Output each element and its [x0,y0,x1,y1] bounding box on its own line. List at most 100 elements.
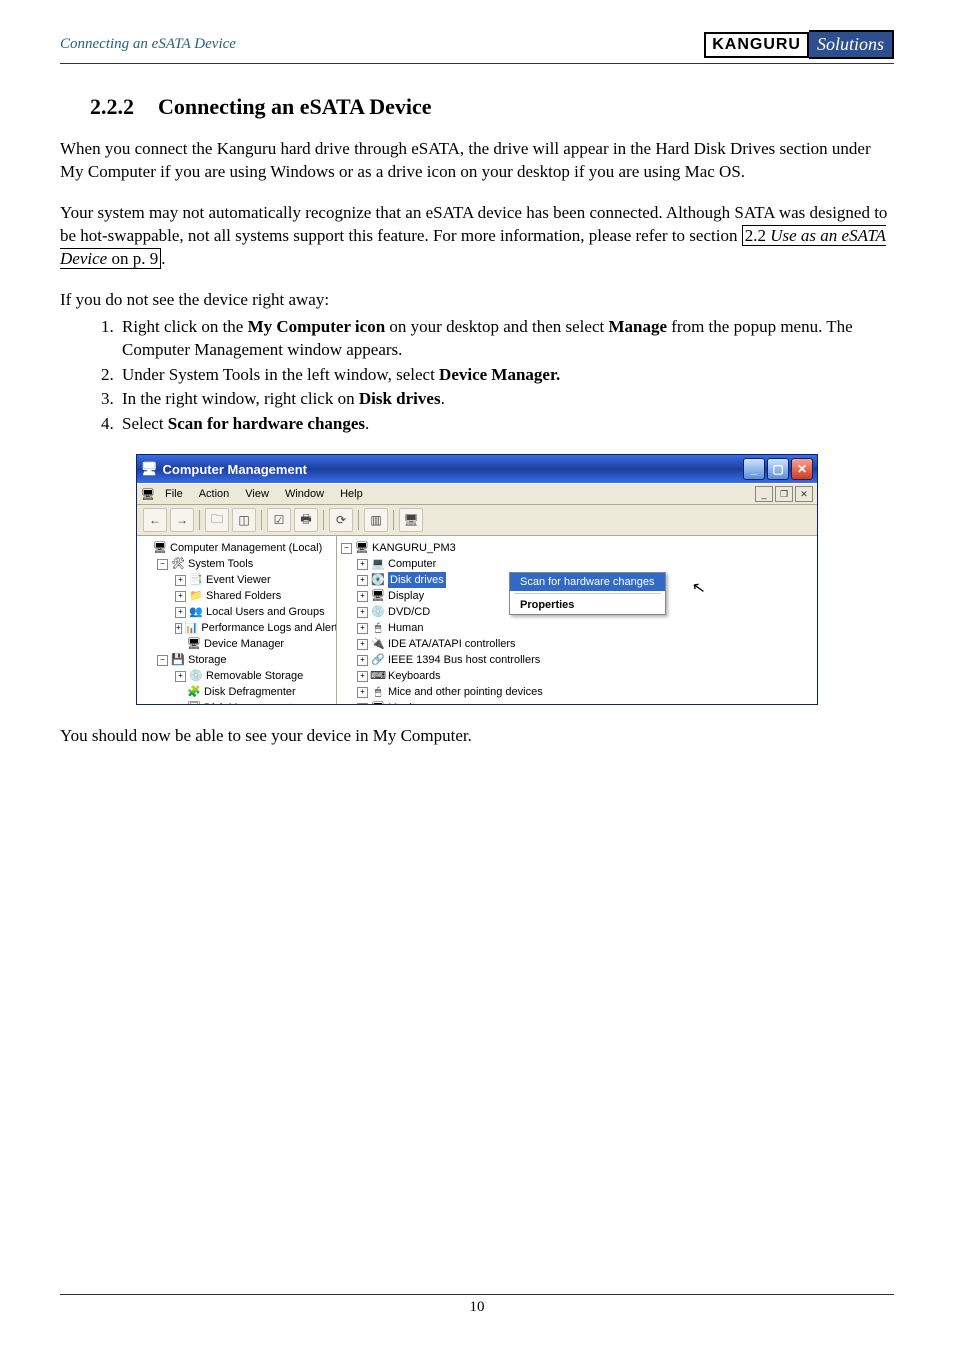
context-properties[interactable]: Properties [510,596,665,614]
menu-file[interactable]: File [159,486,189,502]
right-tree-item[interactable]: +🖥Monitors [339,700,815,704]
expander-icon [175,688,184,697]
minimize-button[interactable]: _ [743,458,765,480]
mdi-minimize-button[interactable]: _ [755,486,773,502]
tree-item-label: Shared Folders [206,588,281,604]
toolbar-separator [393,510,394,530]
expander-icon[interactable]: + [357,703,368,705]
left-tree-item[interactable]: 🧩Disk Defragmenter [139,684,334,700]
expander-icon[interactable]: + [357,671,368,682]
computer-management-window: 🖥 Computer Management _ ▢ ✕ 🖥 File Actio… [136,454,818,705]
view-mode-button[interactable]: ▥ [364,508,388,532]
brand-logo: KANGURU Solutions [704,30,894,59]
left-tree-item[interactable]: +👥Local Users and Groups [139,604,334,620]
expander-icon[interactable]: + [357,607,368,618]
tree-item-label: Device Manager [204,636,284,652]
xref-prefix: 2.2 [745,226,771,245]
right-tree-item[interactable]: −🖥KANGURU_PM3 [339,540,815,556]
tree-item-label: IEEE 1394 Bus host controllers [388,652,540,668]
expander-icon[interactable]: + [357,591,368,602]
expander-icon[interactable]: + [357,687,368,698]
tree-item-label: Monitors [388,700,430,704]
expander-icon[interactable]: − [341,543,352,554]
left-tree-item[interactable]: +📑Event Viewer [139,572,334,588]
xref-suffix: on p. 9 [107,249,158,268]
expander-icon[interactable]: + [357,655,368,666]
expander-icon[interactable]: + [175,575,186,586]
tree-item-label: Disk drives [388,572,446,588]
menu-help[interactable]: Help [334,486,369,502]
forward-button[interactable]: → [170,508,194,532]
right-tree-item[interactable]: +🖱Human [339,620,815,636]
logo-text-right: Solutions [809,30,894,59]
maximize-button[interactable]: ▢ [767,458,789,480]
paragraph-1: When you connect the Kanguru hard drive … [60,138,894,184]
tree-item-icon: 💾 [171,653,185,667]
left-tree-pane[interactable]: 🖥Computer Management (Local)−🛠System Too… [137,536,337,704]
menu-action[interactable]: Action [193,486,236,502]
expander-icon[interactable]: + [175,623,182,634]
right-tree-item[interactable]: +🖱Mice and other pointing devices [339,684,815,700]
tree-item-label: Storage [188,652,227,668]
expander-icon[interactable]: + [175,671,186,682]
tree-item-icon: 🖱 [371,685,385,699]
show-hide-tree-button[interactable]: ◫ [232,508,256,532]
tree-item-icon: 💽 [371,573,385,587]
back-button[interactable]: ← [143,508,167,532]
tree-item-label: Disk Defragmenter [204,684,296,700]
expander-icon[interactable]: + [357,559,368,570]
step-3: In the right window, right click on Disk… [118,388,894,411]
context-menu: Scan for hardware changes Properties [509,572,666,615]
right-tree-item[interactable]: +💻Computer [339,556,815,572]
expander-icon[interactable]: + [357,639,368,650]
section-number: 2.2.2 [90,94,134,119]
tree-item-label: Removable Storage [206,668,303,684]
expander-icon[interactable]: − [157,655,168,666]
page-header: Connecting an eSATA Device KANGURU Solut… [60,30,894,64]
left-tree-item[interactable]: +📁Shared Folders [139,588,334,604]
mdi-restore-button[interactable]: ❐ [775,486,793,502]
refresh-button[interactable]: ⟳ [329,508,353,532]
properties-button[interactable]: ☑ [267,508,291,532]
left-tree-item[interactable]: −💾Storage [139,652,334,668]
expander-icon[interactable]: + [357,623,368,634]
expander-icon[interactable]: + [175,591,186,602]
left-tree-item[interactable]: 🗄Disk Management [139,700,334,704]
right-tree-pane[interactable]: −🖥KANGURU_PM3+💻Computer+💽Disk drives+🖥Di… [337,536,817,704]
tree-item-label: Human [388,620,423,636]
right-tree-item[interactable]: +🔗IEEE 1394 Bus host controllers [339,652,815,668]
expander-icon[interactable]: + [175,607,186,618]
scan-hardware-button[interactable]: 🖥 [399,508,423,532]
window-toolbar: ← → 🗀 ◫ ☑ 🖶 ⟳ ▥ 🖥 [137,505,817,536]
menu-window[interactable]: Window [279,486,330,502]
left-tree-item[interactable]: −🛠System Tools [139,556,334,572]
toolbar-separator [358,510,359,530]
expander-icon[interactable]: − [157,559,168,570]
expander-icon[interactable]: + [357,575,368,586]
left-tree-item[interactable]: +💿Removable Storage [139,668,334,684]
close-button[interactable]: ✕ [791,458,813,480]
tree-item-icon: 🛠 [171,557,185,571]
step-2: Under System Tools in the left window, s… [118,364,894,387]
right-tree-item[interactable]: +🔌IDE ATA/ATAPI controllers [339,636,815,652]
breadcrumb: Connecting an eSATA Device [60,36,236,53]
left-tree-item[interactable]: 🖥Device Manager [139,636,334,652]
menu-view[interactable]: View [239,486,275,502]
tree-item-icon: 🖥 [371,589,385,603]
tree-item-label: Local Users and Groups [206,604,325,620]
section-heading: 2.2.2Connecting an eSATA Device [90,94,894,120]
context-scan-hardware[interactable]: Scan for hardware changes [510,573,665,591]
print-button[interactable]: 🖶 [294,508,318,532]
up-button[interactable]: 🗀 [205,508,229,532]
tree-item-label: Computer Management (Local) [170,540,322,556]
paragraph-2: Your system may not automatically recogn… [60,202,894,271]
expander-icon [141,544,150,553]
right-tree-item[interactable]: +⌨Keyboards [339,668,815,684]
left-tree-item[interactable]: +📊Performance Logs and Alerts [139,620,334,636]
window-menubar: 🖥 File Action View Window Help _ ❐ ✕ [137,483,817,505]
mdi-close-button[interactable]: ✕ [795,486,813,502]
left-tree-item[interactable]: 🖥Computer Management (Local) [139,540,334,556]
tree-item-icon: 🗄 [187,701,201,704]
app-icon: 🖥 [141,461,158,477]
tree-item-label: Keyboards [388,668,441,684]
